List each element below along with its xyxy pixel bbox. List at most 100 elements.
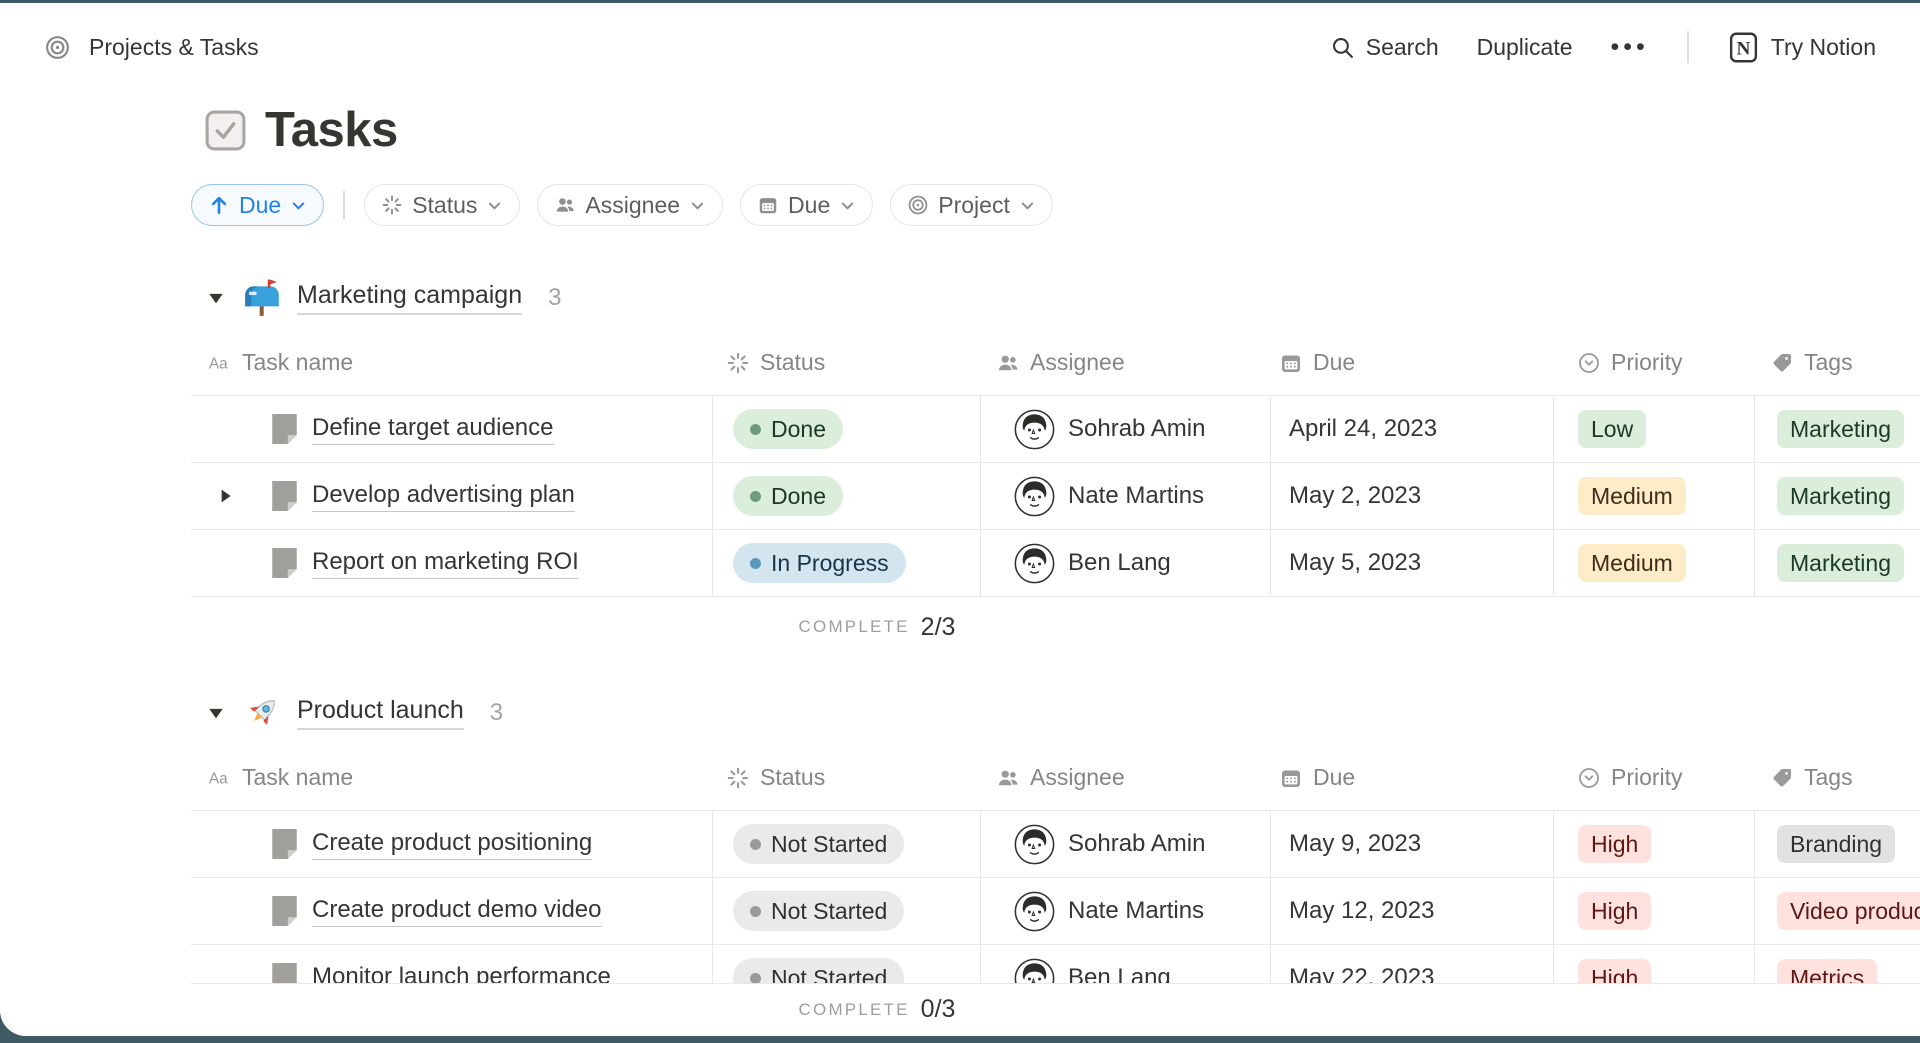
task-name-link[interactable]: Define target audience <box>312 414 554 445</box>
table-row[interactable]: Create product positioning Not Started Soh… <box>191 811 1920 878</box>
priority-icon <box>1577 351 1601 375</box>
tag-icon <box>1770 351 1794 375</box>
column-label: Priority <box>1611 764 1683 791</box>
people-icon <box>996 766 1020 790</box>
status-pill[interactable]: In Progress <box>733 543 906 583</box>
assignee-name[interactable]: Nate Martins <box>1068 897 1204 925</box>
table-row[interactable]: Create product demo video Not Started Nate… <box>191 878 1920 945</box>
assignee-avatar <box>1014 891 1055 932</box>
tag[interactable]: Marketing <box>1777 477 1904 515</box>
due-date[interactable]: May 2, 2023 <box>1289 482 1421 510</box>
assignee-name[interactable]: Ben Lang <box>1068 549 1171 577</box>
assignee-name[interactable]: Sohrab Amin <box>1068 415 1205 443</box>
column-label: Status <box>760 349 825 376</box>
status-dot <box>750 558 761 569</box>
group-header: Product launch3 <box>207 690 503 736</box>
assignee-avatar <box>1014 409 1055 450</box>
column-header-task-name[interactable]: Aa Task name <box>191 764 712 791</box>
tag[interactable]: Marketing <box>1777 544 1904 582</box>
group-title[interactable]: Product launch <box>297 696 464 730</box>
text-icon: Aa <box>208 351 232 375</box>
due-date[interactable]: May 5, 2023 <box>1289 549 1421 577</box>
column-label: Due <box>1313 349 1355 376</box>
status-pill[interactable]: Done <box>733 476 843 516</box>
table-row[interactable]: Report on marketing ROI In Progress Ben La… <box>191 530 1920 597</box>
priority-tag[interactable]: Low <box>1578 410 1646 448</box>
app-window: Projects & Tasks Search Duplicate ••• N … <box>0 3 1920 1036</box>
svg-text:Aa: Aa <box>209 770 228 787</box>
status-label: In Progress <box>771 550 889 577</box>
column-label: Due <box>1313 764 1355 791</box>
column-header-assignee[interactable]: Assignee <box>980 349 1270 376</box>
page-icon <box>270 895 299 927</box>
status-pill[interactable]: Not Started <box>733 891 904 931</box>
priority-tag[interactable]: Medium <box>1578 544 1686 582</box>
column-header-tags[interactable]: Tags <box>1754 349 1920 376</box>
tag-icon <box>1770 766 1794 790</box>
due-date[interactable]: May 9, 2023 <box>1289 830 1421 858</box>
status-icon <box>726 766 750 790</box>
priority-tag[interactable]: Medium <box>1578 477 1686 515</box>
column-label: Status <box>760 764 825 791</box>
svg-text:Aa: Aa <box>209 355 228 372</box>
column-header-priority[interactable]: Priority <box>1553 764 1754 791</box>
page-icon <box>270 828 299 860</box>
table-row[interactable]: Define target audience Done Sohrab Amin Apr… <box>191 396 1920 463</box>
column-header-status[interactable]: Status <box>712 764 980 791</box>
group-title[interactable]: Marketing campaign <box>297 281 522 315</box>
tag[interactable]: Video production <box>1777 892 1920 930</box>
priority-tag[interactable]: High <box>1578 892 1651 930</box>
tag[interactable]: Marketing <box>1777 410 1904 448</box>
page-icon <box>270 480 299 512</box>
task-name-link[interactable]: Develop advertising plan <box>312 481 575 512</box>
due-date[interactable]: May 12, 2023 <box>1289 897 1434 925</box>
status-dot <box>750 839 761 850</box>
assignee-name[interactable]: Nate Martins <box>1068 482 1204 510</box>
assignee-name[interactable]: Sohrab Amin <box>1068 830 1205 858</box>
status-dot <box>750 491 761 502</box>
calendar-icon <box>1279 351 1303 375</box>
table-header: Aa Task name Status Assignee Due Priority Tags <box>191 330 1920 395</box>
column-label: Assignee <box>1030 349 1125 376</box>
column-label: Assignee <box>1030 764 1125 791</box>
column-header-due[interactable]: Due <box>1270 764 1553 791</box>
people-icon <box>996 351 1020 375</box>
complete-label: COMPLETE <box>799 617 910 637</box>
text-icon: Aa <box>208 766 232 790</box>
due-date[interactable]: April 24, 2023 <box>1289 415 1437 443</box>
table-body: Define target audience Done Sohrab Amin Apr… <box>191 395 1920 597</box>
table-row[interactable]: Develop advertising plan Done Nate Martins… <box>191 463 1920 530</box>
assignee-avatar <box>1014 824 1055 865</box>
column-header-status[interactable]: Status <box>712 349 980 376</box>
group-collapse-icon[interactable] <box>207 289 225 307</box>
status-pill[interactable]: Not Started <box>733 824 904 864</box>
status-pill[interactable]: Done <box>733 409 843 449</box>
complete-value: 0/3 <box>921 995 956 1024</box>
rocket-emoji <box>242 693 282 733</box>
column-label: Task name <box>242 764 353 791</box>
expand-subtasks-icon[interactable] <box>217 488 234 505</box>
table-header: Aa Task name Status Assignee Due Priority Tags <box>191 745 1920 810</box>
priority-tag[interactable]: High <box>1578 825 1651 863</box>
column-header-priority[interactable]: Priority <box>1553 349 1754 376</box>
column-header-tags[interactable]: Tags <box>1754 764 1920 791</box>
status-dot <box>750 973 761 984</box>
page-icon <box>270 413 299 445</box>
task-name-link[interactable]: Create product positioning <box>312 829 592 860</box>
column-label: Task name <box>242 349 353 376</box>
column-header-due[interactable]: Due <box>1270 349 1553 376</box>
complete-label: COMPLETE <box>799 1000 910 1020</box>
status-dot <box>750 906 761 917</box>
column-label: Priority <box>1611 349 1683 376</box>
group-count: 3 <box>548 284 561 312</box>
task-name-link[interactable]: Report on marketing ROI <box>312 548 579 579</box>
mailbox-emoji <box>242 278 282 318</box>
group-header: Marketing campaign 3 <box>207 275 561 321</box>
column-header-assignee[interactable]: Assignee <box>980 764 1270 791</box>
task-name-link[interactable]: Create product demo video <box>312 896 602 927</box>
status-label: Done <box>771 483 826 510</box>
column-header-task-name[interactable]: Aa Task name <box>191 349 712 376</box>
status-dot <box>750 424 761 435</box>
tag[interactable]: Branding <box>1777 825 1895 863</box>
group-collapse-icon[interactable] <box>207 704 225 722</box>
